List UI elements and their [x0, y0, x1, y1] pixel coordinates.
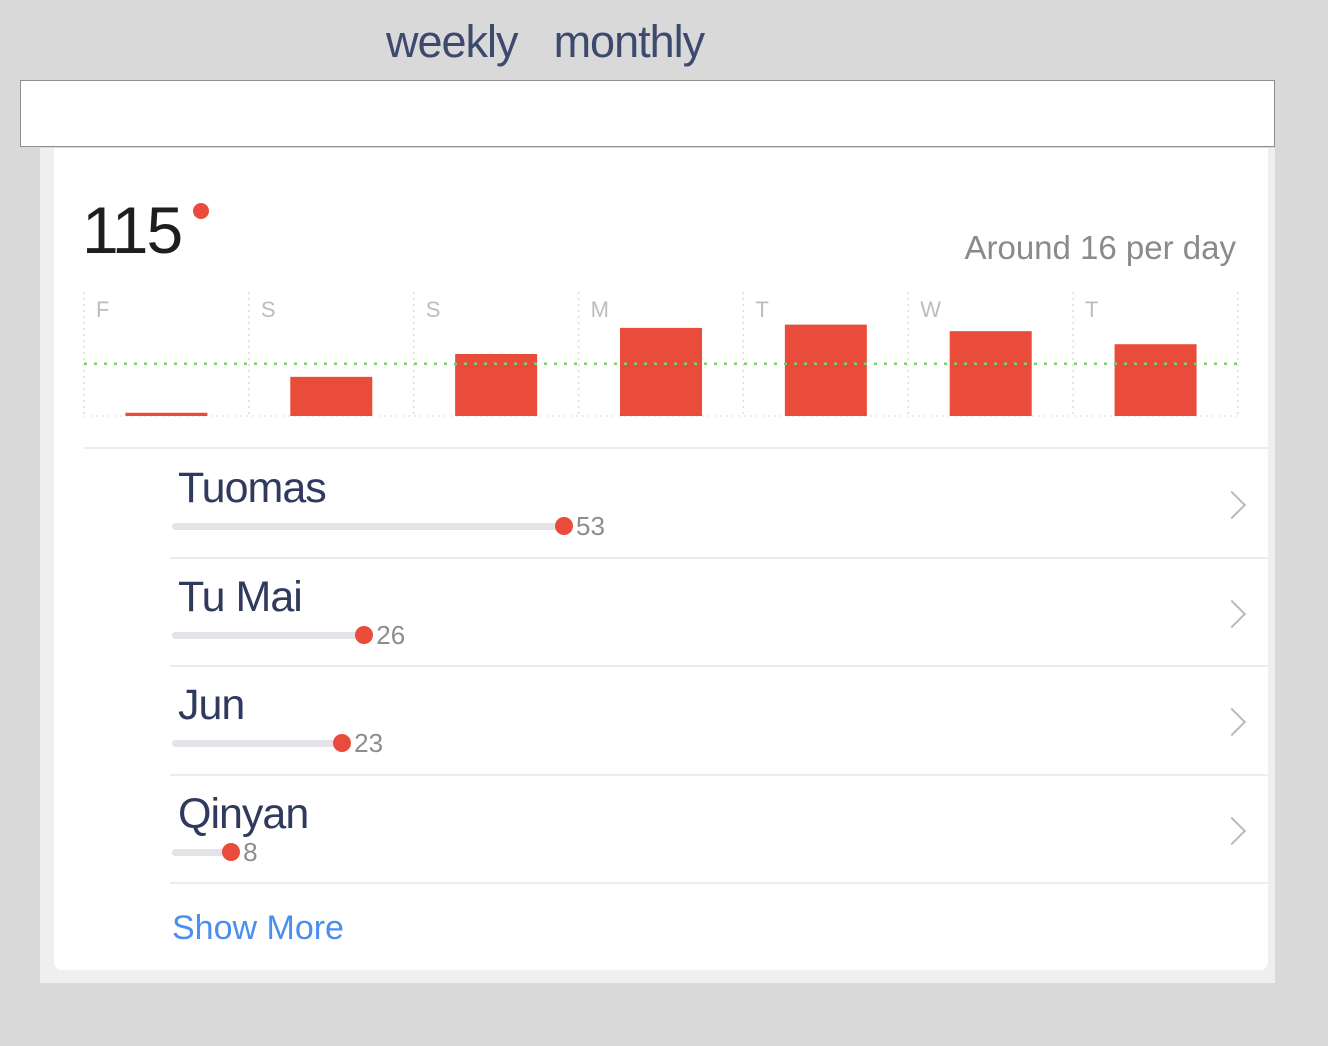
person-name: Qinyan — [178, 789, 309, 838]
chart-tick-label: F — [96, 297, 109, 322]
chart-tick-label: W — [920, 297, 941, 322]
chevron-right-icon — [1217, 490, 1247, 520]
count-value: 26 — [376, 619, 406, 650]
list-item[interactable]: Jun 23 — [170, 667, 1268, 775]
chart-bar — [125, 412, 208, 416]
chart-tick-label: M — [591, 297, 609, 322]
chart-tick-label: S — [426, 297, 441, 322]
count-dot — [355, 625, 374, 644]
chart-tick-label: T — [755, 297, 768, 322]
count-bar — [172, 740, 343, 747]
count-dot — [555, 517, 573, 535]
chart-list-divider — [84, 447, 1268, 449]
chart-tick-label: S — [261, 297, 276, 322]
list-item[interactable]: Qinyan 8 — [170, 776, 1268, 884]
chart-bar — [1114, 344, 1197, 416]
chevron-right-icon — [1217, 816, 1247, 845]
chevron-right-icon — [1217, 599, 1247, 628]
list-item[interactable]: Tuomas 53 — [170, 450, 1268, 558]
person-name: Jun — [178, 681, 245, 729]
count-value: 53 — [576, 511, 605, 541]
chart-tick-label: T — [1085, 297, 1098, 322]
person-name: Tu Mai — [178, 572, 303, 621]
count-dot — [333, 734, 352, 752]
person-name: Tuomas — [178, 464, 327, 512]
chart-bar — [290, 376, 373, 416]
count-dot — [222, 842, 241, 861]
count-bar — [172, 523, 564, 530]
chart-bar — [620, 327, 702, 416]
chart-bar — [949, 331, 1032, 416]
count-bar — [172, 631, 365, 639]
count-value: 23 — [354, 728, 384, 758]
show-more-link[interactable]: Show More — [172, 906, 344, 950]
chart-bar — [784, 324, 867, 416]
row-divider — [170, 882, 1268, 884]
count-value: 8 — [243, 836, 258, 867]
chevron-right-icon — [1217, 707, 1247, 737]
list-item[interactable]: Tu Mai 26 — [170, 559, 1268, 667]
